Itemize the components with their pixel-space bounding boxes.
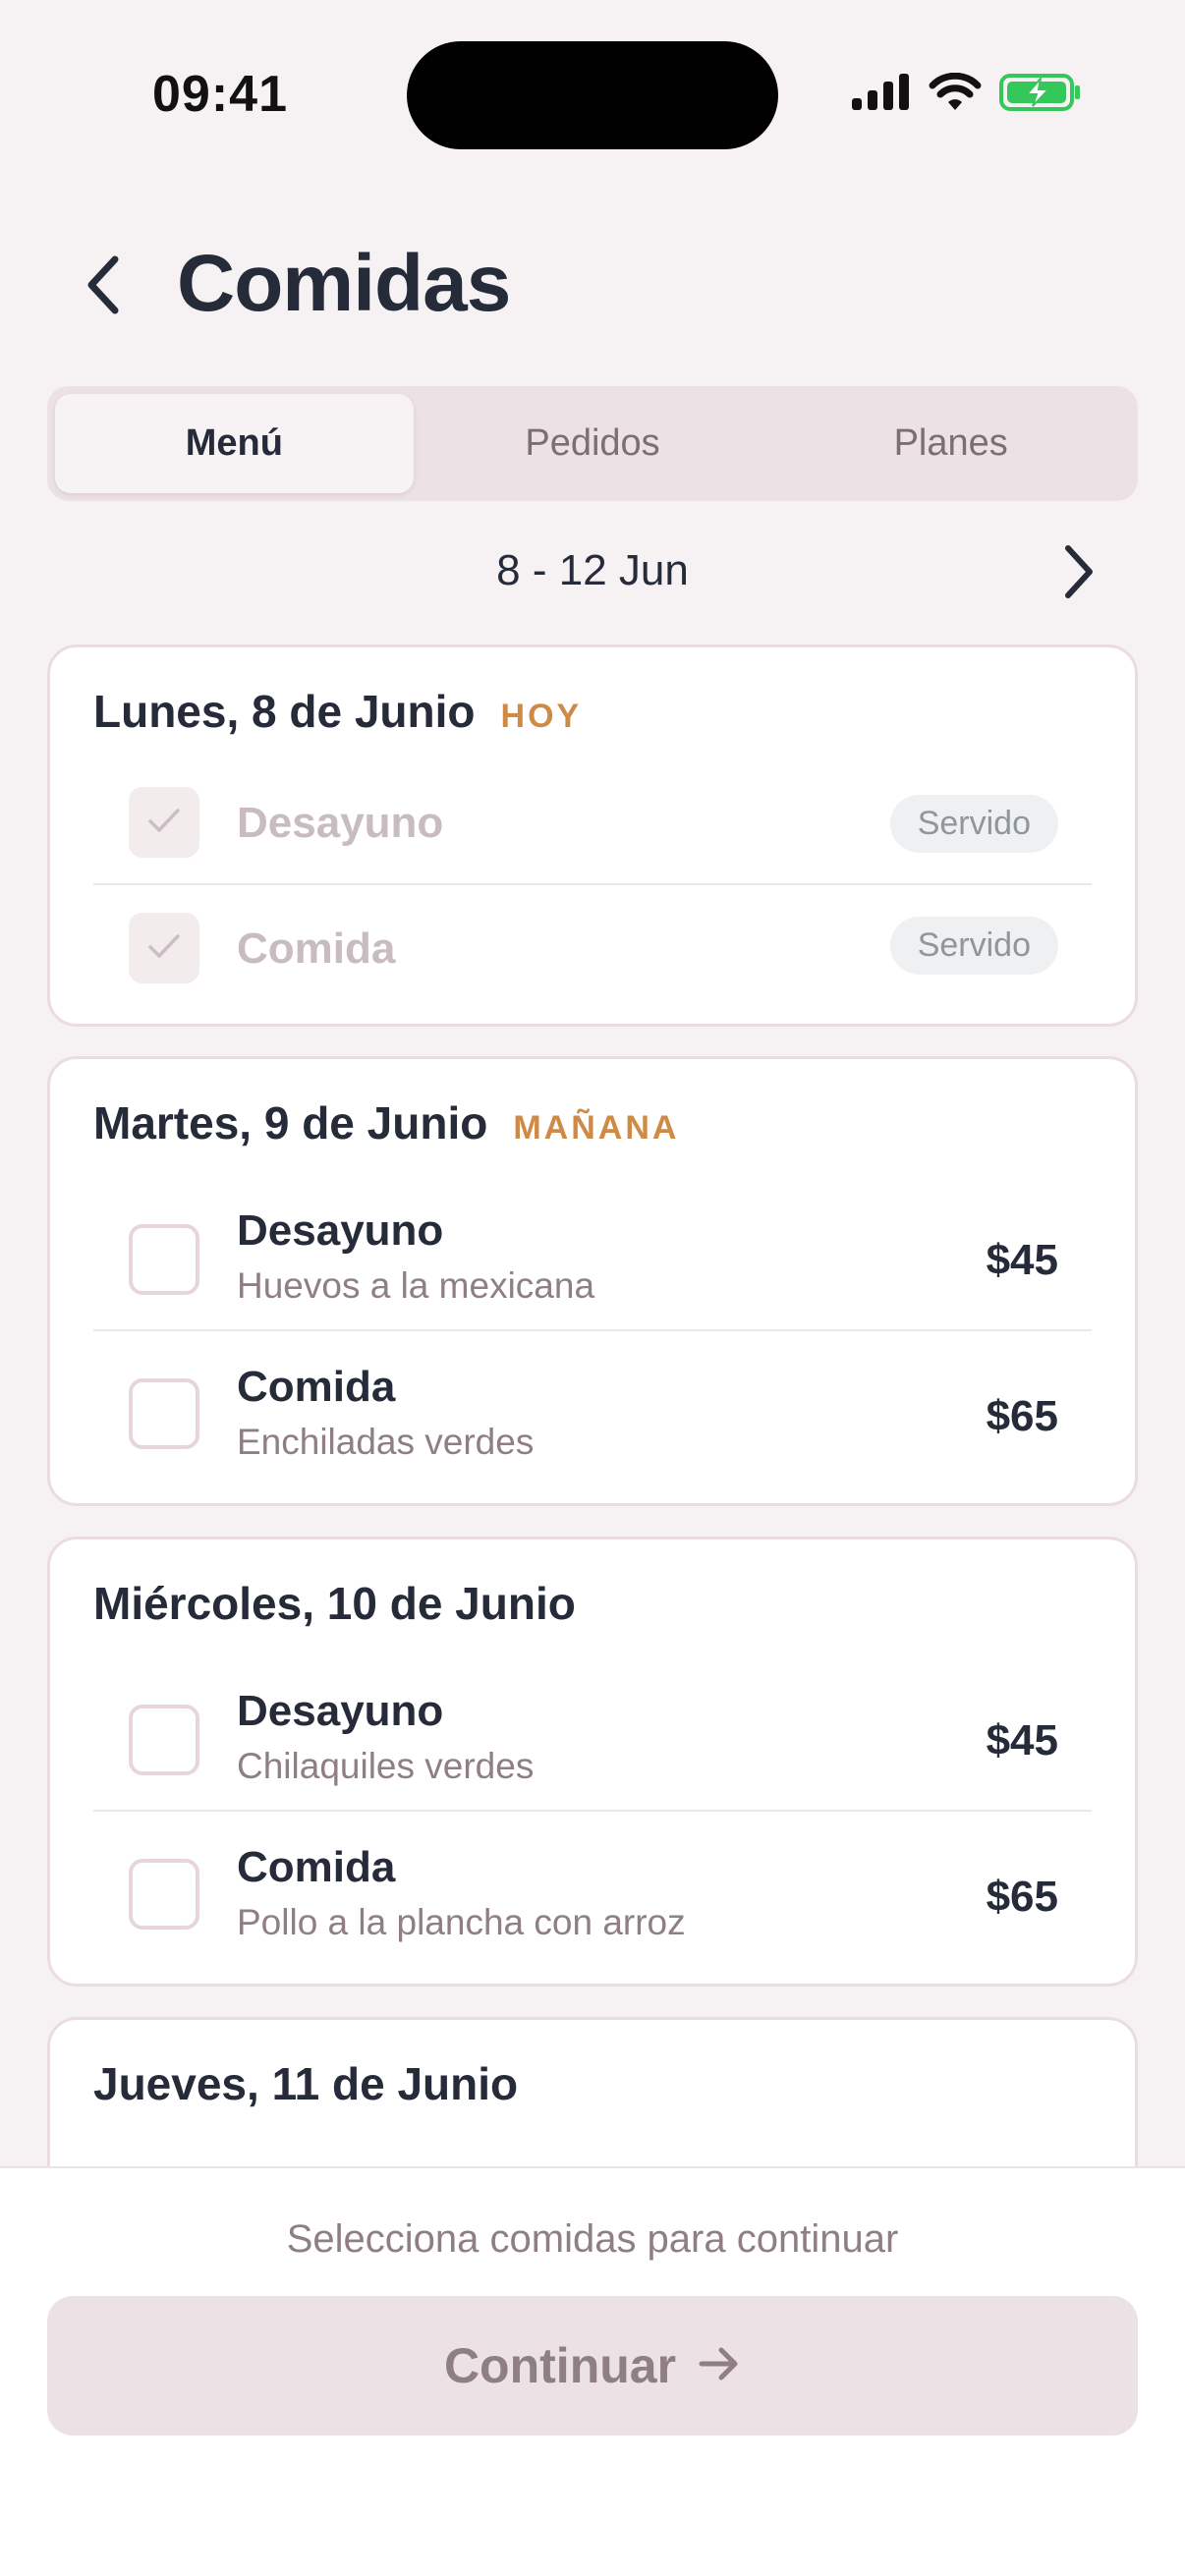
meal-row[interactable]: Desayuno Huevos a la mexicana $45 — [93, 1177, 1092, 1344]
week-range-label: 8 - 12 Jun — [496, 546, 689, 594]
meal-row[interactable]: Comida Pollo a la plancha con arroz $65 — [93, 1810, 1092, 1977]
meal-name: Comida — [237, 924, 396, 973]
meal-price: $45 — [986, 1236, 1058, 1284]
meal-checkbox — [129, 913, 199, 983]
day-card-martes: Martes, 9 de Junio MAÑANA Desayuno Huevo… — [47, 1056, 1138, 1506]
tomorrow-badge: MAÑANA — [513, 1109, 680, 1147]
chevron-right-icon — [1062, 544, 1096, 604]
day-title: Jueves, 11 de Junio — [93, 2058, 519, 2109]
meal-checkbox[interactable] — [129, 1859, 199, 1930]
tab-planes[interactable]: Planes — [771, 394, 1130, 493]
cellular-signal-icon — [850, 73, 911, 112]
meal-dish: Enchiladas verdes — [237, 1422, 535, 1462]
today-badge: HOY — [500, 698, 583, 735]
tab-menu[interactable]: Menú — [55, 394, 414, 493]
day-header: Jueves, 11 de Junio — [93, 2057, 518, 2110]
meal-checkbox — [129, 787, 199, 858]
checkmark-icon — [146, 806, 182, 840]
meal-row[interactable]: Comida Enchiladas verdes $65 — [93, 1329, 1092, 1496]
meal-dish: Pollo a la plancha con arroz — [237, 1902, 686, 1942]
status-icons — [850, 73, 1082, 112]
checkmark-icon — [146, 931, 182, 966]
continue-button[interactable]: Continuar — [47, 2296, 1138, 2436]
meal-name: Comida — [237, 1843, 396, 1891]
day-card-miercoles: Miércoles, 10 de Junio Desayuno Chilaqui… — [47, 1537, 1138, 1987]
served-badge: Servido — [889, 917, 1058, 975]
meal-checkbox[interactable] — [129, 1378, 199, 1449]
week-navigation: 8 - 12 Jun — [0, 538, 1185, 607]
day-title: Lunes, 8 de Junio — [93, 686, 476, 737]
meal-row: Comida Servido — [93, 883, 1092, 1011]
meal-price: $65 — [986, 1873, 1058, 1921]
chevron-left-icon — [84, 253, 123, 321]
page-header: Comidas — [0, 226, 1185, 344]
arrow-right-icon — [698, 2344, 741, 2388]
day-header: Lunes, 8 de Junio HOY — [93, 685, 582, 738]
meal-dish: Huevos a la mexicana — [237, 1265, 595, 1306]
day-title: Martes, 9 de Junio — [93, 1097, 488, 1148]
segmented-tabs: Menú Pedidos Planes — [47, 386, 1138, 501]
meal-price: $45 — [986, 1716, 1058, 1764]
status-time: 09:41 — [152, 66, 288, 123]
meal-name: Desayuno — [237, 799, 444, 847]
meal-checkbox[interactable] — [129, 1705, 199, 1775]
meal-name: Desayuno — [237, 1687, 444, 1735]
dynamic-island — [407, 41, 778, 149]
battery-charging-icon — [999, 73, 1082, 112]
meal-name: Comida — [237, 1363, 396, 1411]
back-button[interactable] — [69, 248, 138, 326]
page-title: Comidas — [177, 239, 511, 328]
meal-dish: Chilaquiles verdes — [237, 1746, 535, 1786]
day-header: Martes, 9 de Junio MAÑANA — [93, 1096, 679, 1149]
day-header: Miércoles, 10 de Junio — [93, 1577, 576, 1630]
meal-row[interactable]: Desayuno Chilaquiles verdes $45 — [93, 1657, 1092, 1824]
day-title: Miércoles, 10 de Junio — [93, 1578, 576, 1629]
served-badge: Servido — [889, 795, 1058, 853]
meal-checkbox[interactable] — [129, 1224, 199, 1295]
status-bar: 09:41 — [0, 0, 1185, 187]
meal-row: Desayuno Servido — [93, 765, 1092, 893]
selection-hint: Selecciona comidas para continuar — [286, 2217, 899, 2261]
wifi-icon — [929, 73, 982, 112]
continue-label: Continuar — [443, 2338, 677, 2393]
day-card-lunes: Lunes, 8 de Junio HOY Desayuno Servido C… — [47, 644, 1138, 1027]
bottom-action-bar: Selecciona comidas para continuar Contin… — [0, 2166, 1185, 2576]
meal-price: $65 — [986, 1392, 1058, 1440]
next-week-button[interactable] — [1049, 544, 1108, 603]
meal-name: Desayuno — [237, 1206, 444, 1255]
tab-pedidos[interactable]: Pedidos — [414, 394, 772, 493]
